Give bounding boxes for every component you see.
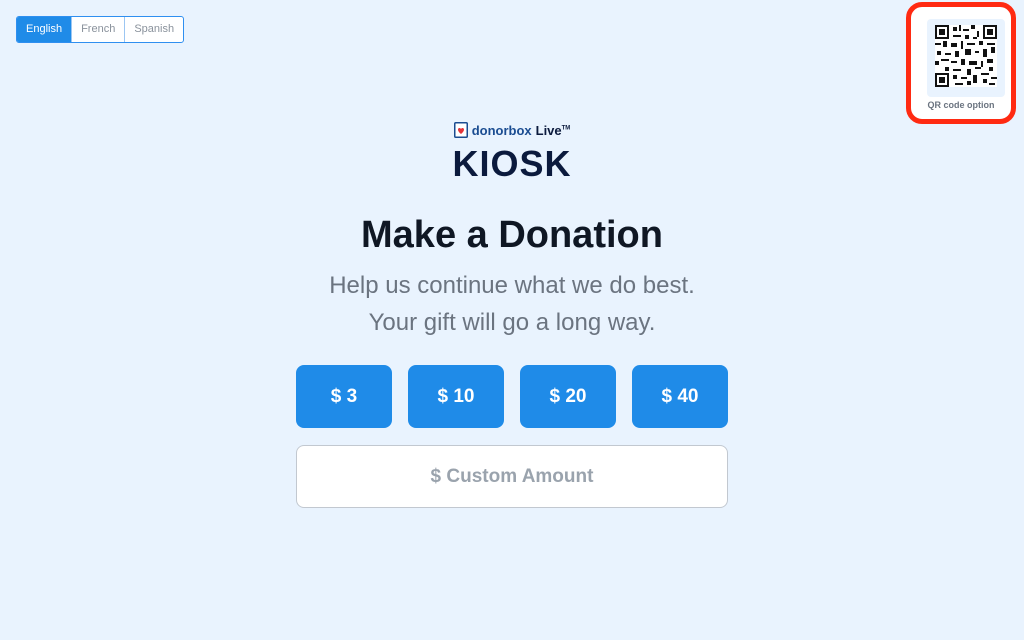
brand-live: LiveTM bbox=[536, 123, 571, 138]
qr-code-label: QR code option bbox=[927, 100, 995, 110]
amount-10-button[interactable]: $ 10 bbox=[408, 365, 504, 428]
language-french-button[interactable]: French bbox=[71, 17, 124, 42]
qr-code-icon bbox=[935, 25, 997, 87]
custom-amount-input[interactable]: $ Custom Amount bbox=[296, 445, 728, 508]
brand-live-text: Live bbox=[535, 122, 562, 138]
kiosk-title: KIOSK bbox=[452, 143, 572, 184]
brand-line: donorbox LiveTM bbox=[453, 122, 571, 138]
donorbox-heart-icon bbox=[453, 122, 468, 138]
subtitle-line-2: Your gift will go a long way. bbox=[368, 309, 656, 336]
page-title: Make a Donation bbox=[361, 214, 663, 256]
amount-3-button[interactable]: $ 3 bbox=[296, 365, 392, 428]
brand-trademark: TM bbox=[561, 125, 571, 132]
brand-name: donorbox bbox=[471, 122, 532, 138]
language-selector[interactable]: English French Spanish bbox=[16, 16, 185, 43]
qr-code-frame bbox=[927, 19, 1005, 97]
language-english-button[interactable]: English bbox=[17, 17, 72, 42]
qr-code-option[interactable]: QR code option bbox=[906, 2, 1016, 124]
language-spanish-button[interactable]: Spanish bbox=[124, 17, 183, 42]
donation-amounts: $ 3 $ 10 $ 20 $ 40 bbox=[296, 365, 728, 428]
amount-40-button[interactable]: $ 40 bbox=[632, 365, 728, 428]
subtitle-line-1: Help us continue what we do best. bbox=[329, 272, 695, 299]
amount-20-button[interactable]: $ 20 bbox=[520, 365, 616, 428]
donorbox-logo: donorbox LiveTM KIOSK bbox=[0, 122, 1024, 183]
